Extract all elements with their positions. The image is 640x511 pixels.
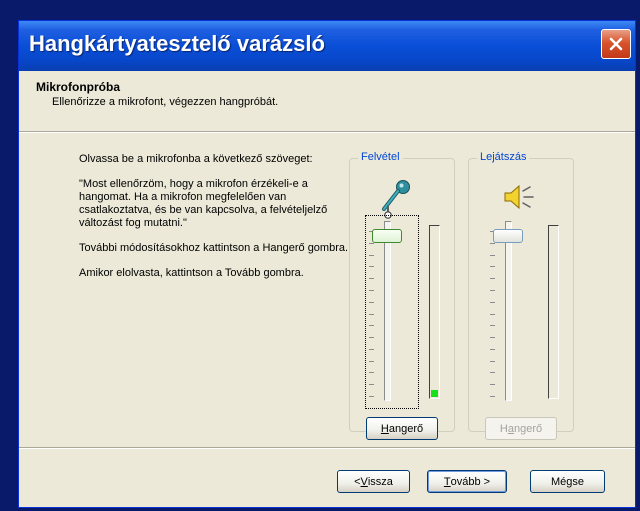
page-subtitle: Ellenőrizze a mikrofont, végezzen hangpr… <box>52 96 279 108</box>
close-icon <box>608 36 624 52</box>
slider-tick <box>369 314 374 315</box>
cancel-button-label: Mégse <box>550 475 585 488</box>
instructions-intro: Olvassa be a mikrofonba a következő szöv… <box>79 153 313 165</box>
slider-tick <box>490 349 495 350</box>
slider-tick <box>490 314 495 315</box>
slider-tick <box>369 372 374 373</box>
slider-tick <box>369 384 374 385</box>
slider-tick <box>490 302 495 303</box>
recording-level-meter <box>429 225 440 399</box>
wizard-window: Hangkártyatesztelő varázsló Mikrofonprób… <box>18 20 636 508</box>
slider-tick <box>369 255 374 256</box>
speaker-icon <box>502 183 538 216</box>
instructions-text: Olvassa be a mikrofonba a következő szöv… <box>79 153 349 292</box>
slider-tick <box>490 384 495 385</box>
recording-volume-button-label: angerő <box>388 422 424 435</box>
next-button[interactable]: Tovább > <box>427 470 507 493</box>
slider-tick <box>490 337 495 338</box>
recording-level-fill <box>431 390 438 397</box>
back-button[interactable]: < Vissza <box>337 470 410 493</box>
playback-volume-button-prefix: H <box>499 422 508 435</box>
slider-tick <box>490 372 495 373</box>
next-button-hotkey: T <box>443 475 451 488</box>
slider-tick <box>490 396 495 397</box>
cancel-button[interactable]: Mégse <box>530 470 605 493</box>
recording-volume-button-hotkey: H <box>380 422 389 435</box>
playback-volume-slider[interactable] <box>505 221 512 401</box>
recording-volume-button[interactable]: Hangerő <box>366 417 438 440</box>
slider-tick <box>369 243 374 244</box>
playback-group-label: Lejátszás <box>477 151 530 163</box>
slider-tick <box>490 278 495 279</box>
instructions-volume-hint: További módosításokhoz kattintson a Hang… <box>79 242 349 254</box>
slider-tick <box>369 302 374 303</box>
close-button[interactable] <box>601 29 631 59</box>
next-button-label: ovább > <box>450 475 491 488</box>
instructions-next-hint: Amikor elolvasta, kattintson a Tovább go… <box>79 267 304 279</box>
slider-tick <box>369 266 374 267</box>
recording-slider-ticks <box>369 231 374 397</box>
slider-tick <box>369 349 374 350</box>
playback-slider-ticks <box>490 231 495 397</box>
recording-group: Felvétel Hangerő <box>349 151 455 440</box>
slider-tick <box>490 361 495 362</box>
footer-separator <box>19 447 635 449</box>
slider-tick <box>490 266 495 267</box>
playback-volume-button-label: ngerő <box>513 422 543 435</box>
header-separator <box>19 131 635 133</box>
recording-slider-thumb[interactable] <box>372 229 402 243</box>
slider-tick <box>369 396 374 397</box>
title-bar[interactable]: Hangkártyatesztelő varázsló <box>19 21 635 71</box>
slider-tick <box>490 243 495 244</box>
playback-level-meter <box>548 225 559 399</box>
slider-tick <box>369 278 374 279</box>
wizard-header: Mikrofonpróba Ellenőrizze a mikrofont, v… <box>19 71 635 131</box>
slider-tick <box>369 337 374 338</box>
slider-tick <box>369 290 374 291</box>
window-title: Hangkártyatesztelő varázsló <box>29 31 325 56</box>
playback-slider-thumb[interactable] <box>493 229 523 243</box>
playback-volume-button[interactable]: Ha ngerő <box>485 417 557 440</box>
instructions-quote: "Most ellenőrzöm, hogy a mikrofon érzéke… <box>79 178 328 229</box>
page-title: Mikrofonpróba <box>36 80 120 94</box>
recording-volume-slider[interactable] <box>384 221 391 401</box>
playback-group: Lejátszás Ha ngerő <box>468 151 574 440</box>
slider-tick <box>490 290 495 291</box>
slider-tick <box>490 255 495 256</box>
recording-group-label: Felvétel <box>358 151 403 163</box>
slider-tick <box>490 325 495 326</box>
slider-tick <box>369 361 374 362</box>
back-button-hotkey: V <box>360 475 368 488</box>
slider-tick <box>369 325 374 326</box>
back-button-label: issza <box>367 475 393 488</box>
